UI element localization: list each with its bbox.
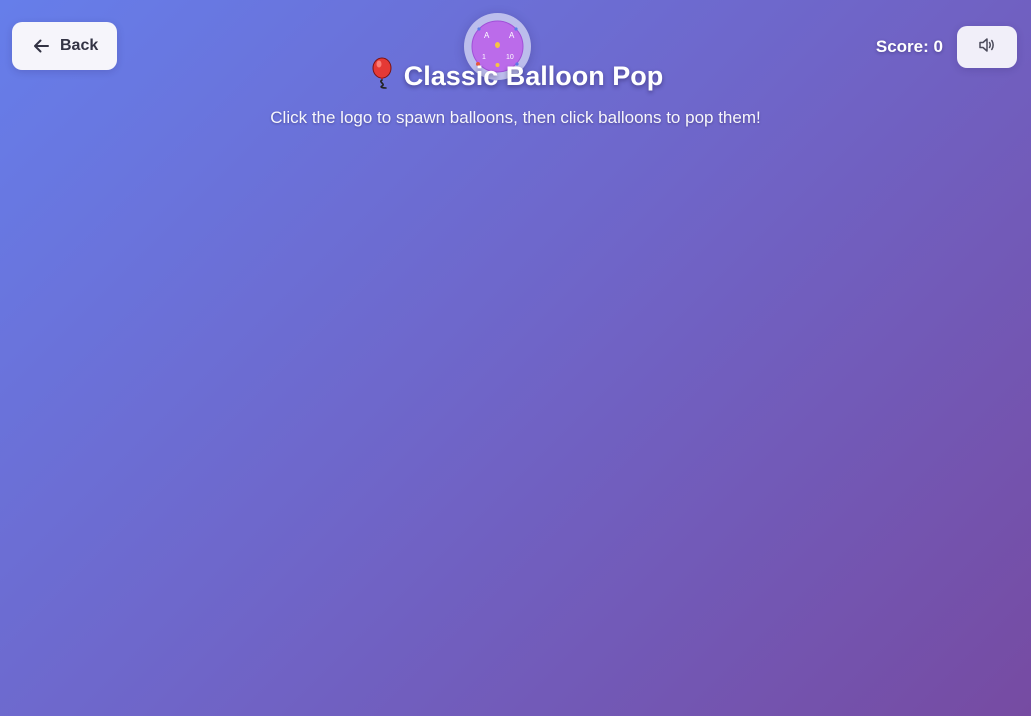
- page-title-text: Classic Balloon Pop: [403, 61, 664, 91]
- balloon-play-area[interactable]: [0, 140, 1031, 716]
- score-label: Score:: [875, 37, 929, 56]
- instructions-text: Click the logo to spawn balloons, then c…: [270, 108, 761, 127]
- logo-label-a-left: A: [484, 31, 490, 40]
- back-button-label: Back: [60, 37, 99, 54]
- page-title: Classic Balloon Pop: [0, 57, 1031, 96]
- speaker-volume-icon: [978, 37, 996, 58]
- arrow-left-icon: [32, 37, 50, 55]
- score-value: 0: [933, 37, 943, 56]
- sound-toggle-button[interactable]: [957, 26, 1017, 68]
- score-display: Score: 0: [876, 37, 943, 57]
- balloon-icon: [368, 57, 396, 96]
- logo-label-a-right: A: [509, 31, 515, 40]
